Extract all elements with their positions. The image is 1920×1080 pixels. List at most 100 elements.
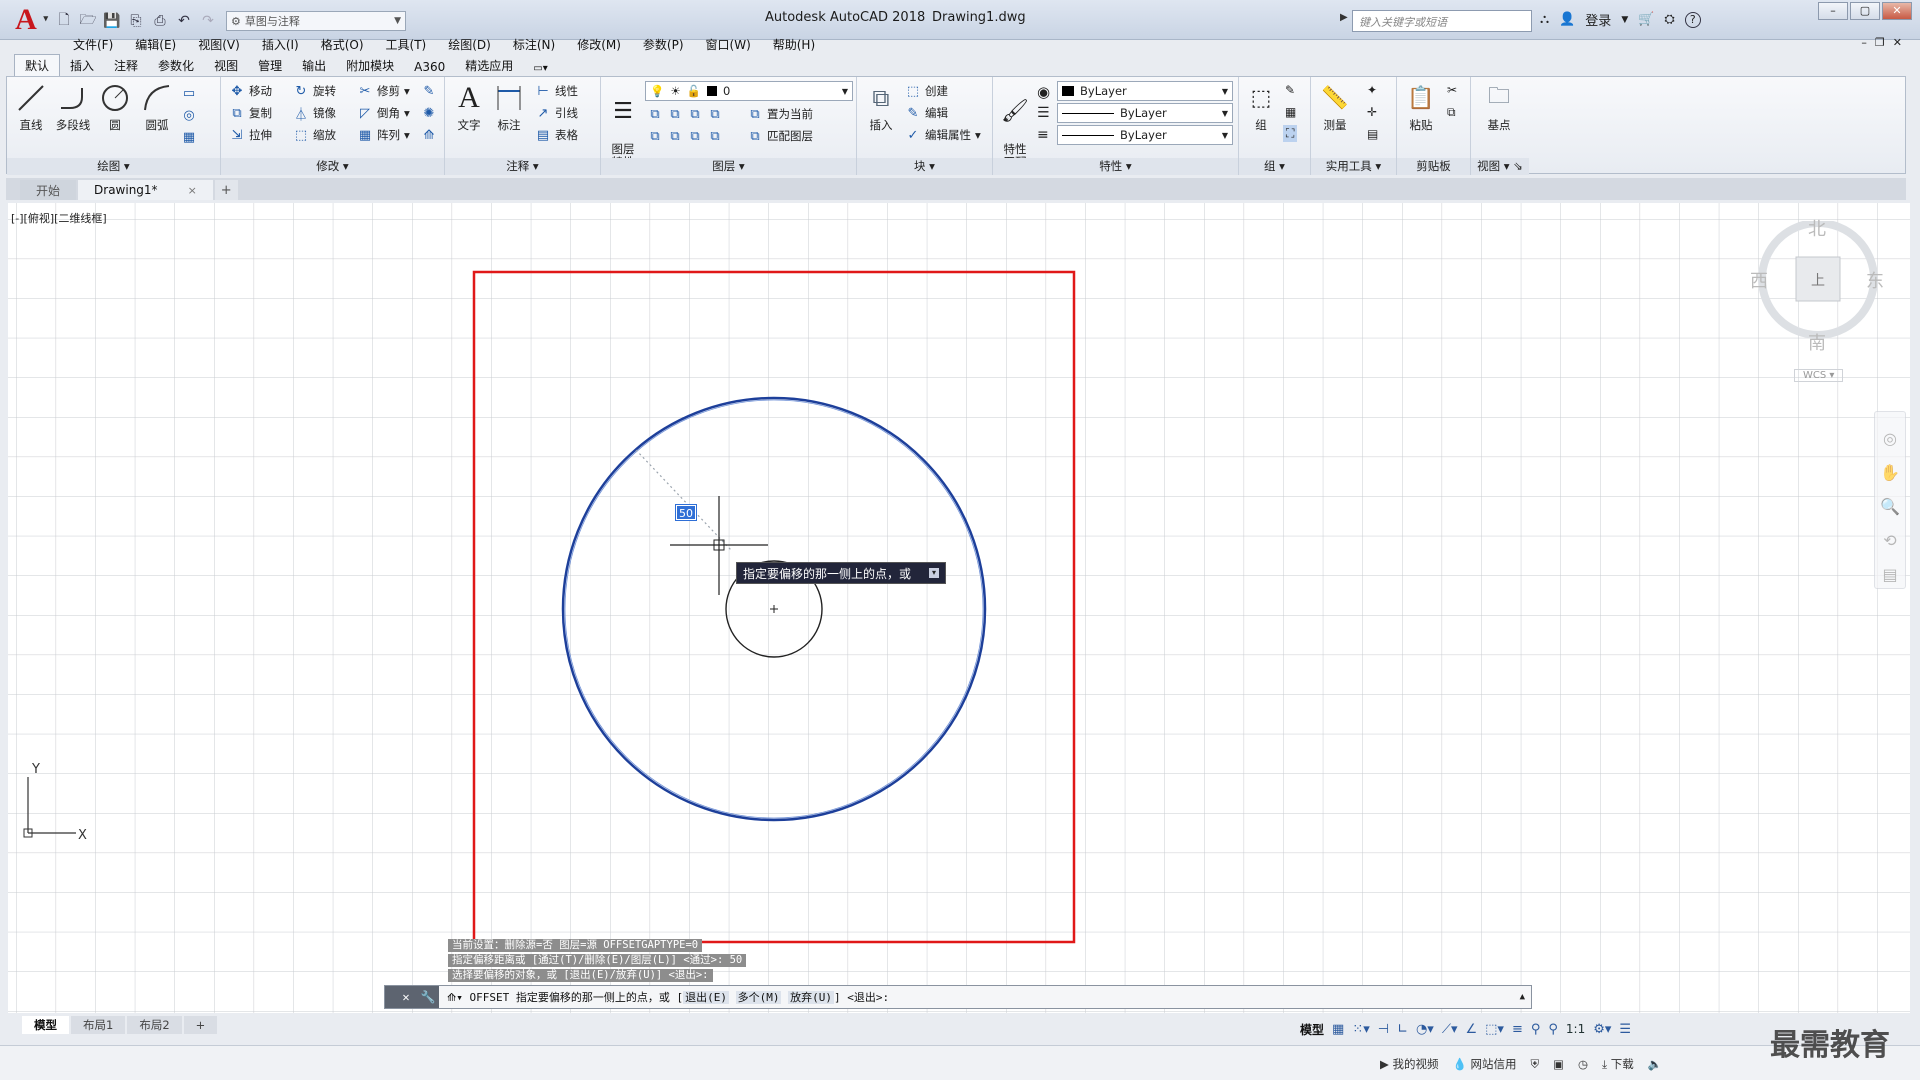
create-block-tool[interactable]: ⬚ 创建 (905, 81, 948, 101)
showmotion-icon[interactable]: ▤ (1875, 558, 1905, 592)
my-videos-link[interactable]: ▶ 我的视频 (1380, 1056, 1439, 1072)
tab-view[interactable]: 视图 (204, 55, 248, 76)
ortho-icon[interactable]: ∟ (1397, 1022, 1408, 1037)
viewcube[interactable]: 上 北 南 东 西 WCS ▾ (1748, 219, 1888, 382)
panel-groups-title[interactable]: 组 ▾ (1239, 158, 1310, 175)
color-select[interactable]: ByLayer ▼ (1057, 81, 1233, 101)
measure-tool[interactable]: 📏 测量 (1315, 81, 1355, 133)
steering-wheel-icon[interactable]: ◎ (1875, 422, 1905, 456)
tab-start[interactable]: 开始 (20, 180, 77, 200)
save-as-icon[interactable]: ⎘ (126, 11, 146, 31)
panel-block-title[interactable]: 块 ▾ (857, 158, 992, 175)
compass-north[interactable]: 北 (1808, 215, 1826, 241)
menu-view[interactable]: 视图(V) (187, 36, 251, 53)
new-tab-button[interactable]: + (214, 180, 238, 200)
annotation-scale[interactable]: 1:1 (1566, 1022, 1585, 1036)
menu-insert[interactable]: 插入(I) (251, 36, 310, 53)
login-link[interactable]: 登录 (1585, 10, 1611, 29)
polar-icon[interactable]: ◔▾ (1416, 1022, 1434, 1037)
site-credit-link[interactable]: 💧 网站信用 (1453, 1056, 1517, 1072)
command-history-toggle[interactable]: ▲ (1520, 992, 1525, 1002)
close-button[interactable]: ✕ (1882, 2, 1912, 20)
erase-tool[interactable]: ✎ (421, 81, 437, 101)
tab-addins[interactable]: 附加模块 (336, 55, 404, 76)
chevron-down-icon[interactable]: ▼ (1621, 15, 1628, 25)
option-undo[interactable]: 放弃(U) (788, 991, 834, 1004)
compass-south[interactable]: 南 (1808, 329, 1826, 355)
rectangle-tool[interactable]: ▭ (181, 83, 197, 103)
object-snap-tracking-icon[interactable]: ∠ (1465, 1022, 1477, 1037)
move-tool[interactable]: ✥ 移动 (229, 81, 272, 101)
scale-tool[interactable]: ⬚ 缩放 (293, 125, 336, 145)
user-icon[interactable]: 👤 (1559, 12, 1575, 27)
mirror-tool[interactable]: ⏃ 镜像 (293, 103, 336, 123)
group-select-icon[interactable]: ⛶ (1283, 125, 1298, 142)
ribbon-toggle-button[interactable]: ▭▾ (523, 61, 557, 76)
panel-properties-title[interactable]: 特性 ▾ (993, 158, 1238, 175)
panel-layers-title[interactable]: 图层 ▾ (601, 158, 856, 175)
panel-annotation-title[interactable]: 注释 ▾ (445, 158, 600, 175)
dynamic-input-value[interactable]: 50 (675, 504, 697, 521)
stretch-tool[interactable]: ⇲ 拉伸 (229, 125, 272, 145)
linear-tool[interactable]: ⊢ 线性 (535, 81, 578, 101)
copy-tool[interactable]: ⧉ 复制 (229, 103, 272, 123)
minimize-button[interactable]: – (1818, 2, 1848, 20)
menu-icon[interactable]: ☰ (1619, 1022, 1631, 1037)
undo-icon[interactable]: ↶ (174, 11, 194, 31)
layer-properties-tool[interactable]: ☰ 图层 特性 (603, 81, 643, 169)
circle-tool[interactable]: 圆 (95, 81, 135, 133)
orbit-icon[interactable]: ⟲ (1875, 524, 1905, 558)
panel-clipboard-title[interactable]: 剪贴板 (1397, 158, 1470, 175)
id-point-icon[interactable]: ✛ (1367, 105, 1377, 119)
add-layout-button[interactable]: + (183, 1016, 218, 1034)
drawing-canvas[interactable] (8, 203, 1910, 1013)
text-tool[interactable]: A 文字 (449, 81, 489, 133)
insert-block-tool[interactable]: ⧉ 插入 (861, 81, 901, 133)
paste-tool[interactable]: 📋 粘贴 (1401, 81, 1441, 133)
new-file-icon[interactable]: 🗋 (54, 11, 74, 31)
menu-tools[interactable]: 工具(T) (375, 36, 438, 53)
download-link[interactable]: ⤓ 下载 (1602, 1056, 1634, 1072)
array-tool[interactable]: ▦ 阵列 ▾ (357, 125, 410, 145)
maximize-button[interactable]: ▢ (1850, 2, 1880, 20)
match-layer-tool[interactable]: ⧉ 匹配图层 (747, 126, 813, 146)
close-command-icon[interactable]: ✕ (395, 986, 417, 1008)
table-draw-tool[interactable]: ▦ (181, 127, 197, 147)
object-snap-icon[interactable]: ⬚▾ (1485, 1022, 1504, 1037)
tab-parametric[interactable]: 参数化 (148, 55, 204, 76)
binoculars-icon[interactable]: ⛬ (1540, 12, 1549, 27)
tab-a360[interactable]: A360 (404, 58, 455, 76)
shield-icon[interactable]: ⛨ (1530, 1057, 1539, 1072)
workspace-gear-icon[interactable]: ⚙▾ (1593, 1022, 1611, 1037)
chamfer-tool[interactable]: ◸ 倒角 ▾ (357, 103, 410, 123)
offset-tool[interactable]: ⟰ (421, 125, 437, 145)
menu-edit[interactable]: 编辑(E) (124, 36, 187, 53)
menu-file[interactable]: 文件(F) (62, 36, 124, 53)
table-tool[interactable]: ▤ 表格 (535, 125, 578, 145)
clock-icon[interactable]: ◷ (1578, 1057, 1588, 1071)
menu-parametric[interactable]: 参数(P) (632, 36, 695, 53)
cart-icon[interactable]: 🛒 (1638, 12, 1654, 27)
tab-layout2[interactable]: 布局2 (127, 1016, 182, 1034)
viewport-controls[interactable]: [-][俯视][二维线框] (11, 210, 107, 226)
copy-clip-icon[interactable]: ⧉ (1447, 105, 1456, 120)
chevron-right-icon[interactable]: ▶ (1340, 12, 1348, 23)
ungroup-icon[interactable]: ✎ (1285, 83, 1295, 97)
doc-minimize-button[interactable]: – (1861, 36, 1867, 49)
tab-model[interactable]: 模型 (22, 1016, 69, 1034)
help-icon[interactable]: ? (1684, 11, 1701, 28)
explode-tool[interactable]: ✺ (421, 103, 437, 123)
infer-constraints-icon[interactable]: ⊣ (1378, 1022, 1389, 1037)
lineweight-select[interactable]: ByLayer ▼ (1057, 125, 1233, 145)
tab-featured-apps[interactable]: 精选应用 (455, 55, 523, 76)
linetype-select[interactable]: ByLayer ▼ (1057, 103, 1233, 123)
customize-wrench-icon[interactable]: 🔧 (417, 986, 439, 1008)
model-space-toggle[interactable]: 模型 (1300, 1021, 1324, 1038)
tab-default[interactable]: 默认 (14, 54, 61, 76)
quick-select-icon[interactable]: ✦ (1367, 83, 1377, 97)
lineweight-status-icon[interactable]: ≡ (1512, 1022, 1523, 1037)
edit-attributes-tool[interactable]: ✓ 编辑属性 ▾ (905, 125, 981, 145)
image-icon[interactable]: ▣ (1553, 1057, 1564, 1071)
panel-modify-title[interactable]: 修改 ▾ (221, 158, 444, 175)
drawing-area[interactable]: [-][俯视][二维线框] 上 北 南 东 西 WCS ▾ ◎ ✋ 🔍 ⟲ ▤ … (8, 203, 1910, 1013)
